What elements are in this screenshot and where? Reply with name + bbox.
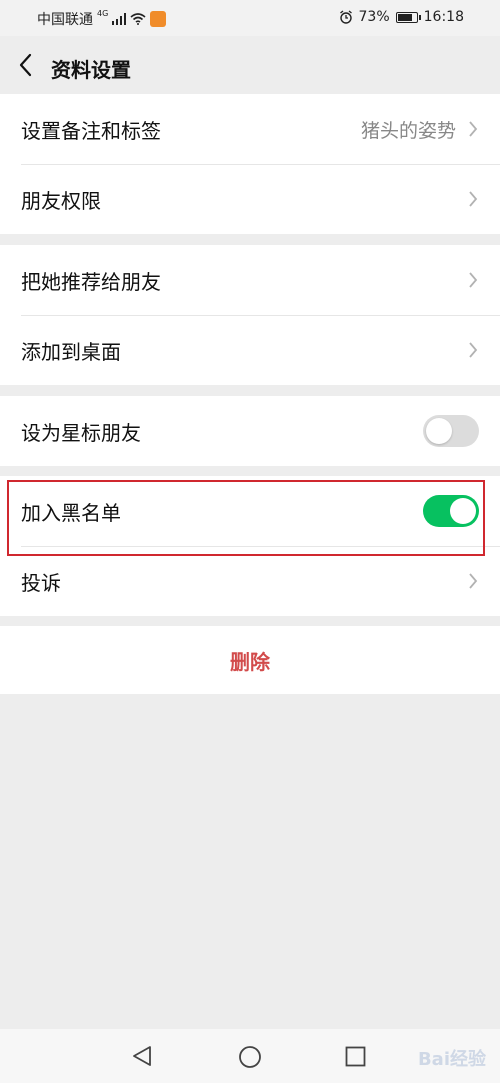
row-label: 设置备注和标签	[21, 118, 161, 143]
row-set-remark-tags[interactable]: 设置备注和标签 猪头的姿势	[0, 94, 500, 164]
toggle-knob	[450, 498, 476, 524]
row-label: 设为星标朋友	[21, 420, 141, 445]
row-label: 加入黑名单	[21, 500, 121, 525]
row-recommend-to-friend[interactable]: 把她推荐给朋友	[0, 245, 500, 315]
row-complain[interactable]: 投诉	[0, 546, 500, 616]
clock: 16:18	[423, 9, 464, 25]
chevron-right-icon	[469, 272, 478, 288]
settings-group-remark: 设置备注和标签 猪头的姿势 朋友权限	[0, 94, 500, 234]
chevron-right-icon	[469, 121, 478, 137]
nav-home-icon[interactable]	[238, 1045, 262, 1069]
chevron-right-icon	[469, 191, 478, 207]
settings-group-star: 设为星标朋友	[0, 396, 500, 466]
row-star-friend: 设为星标朋友	[0, 396, 500, 466]
alarm-icon	[339, 10, 352, 24]
settings-group-block: 加入黑名单 投诉	[0, 476, 500, 616]
chevron-right-icon	[469, 342, 478, 358]
row-label: 投诉	[21, 570, 61, 595]
page-title: 资料设置	[51, 58, 131, 82]
star-friend-toggle[interactable]	[423, 415, 479, 447]
chevron-right-icon	[469, 573, 478, 589]
delete-button[interactable]: 删除	[0, 626, 500, 694]
remark-value: 猪头的姿势	[360, 120, 456, 142]
row-label: 把她推荐给朋友	[21, 269, 161, 294]
status-right: 73% 16:18	[339, 9, 464, 25]
status-bar: 中国联通 4G 73% 16:18	[0, 0, 500, 36]
app-notification-icon	[150, 11, 167, 27]
settings-group-share: 把她推荐给朋友 添加到桌面	[0, 245, 500, 385]
delete-group: 删除	[0, 626, 500, 694]
battery-percent: 73%	[358, 9, 390, 25]
back-arrow-icon[interactable]	[16, 52, 38, 78]
row-label: 朋友权限	[21, 188, 101, 213]
wifi-icon	[130, 13, 146, 25]
status-left: 中国联通 4G	[37, 8, 167, 29]
toggle-knob	[426, 418, 452, 444]
nav-recents-icon[interactable]	[345, 1046, 366, 1067]
nav-bar: 资料设置	[0, 36, 500, 94]
battery-icon	[395, 11, 421, 23]
blacklist-toggle[interactable]	[423, 495, 479, 527]
row-add-to-desktop[interactable]: 添加到桌面	[0, 315, 500, 385]
signal-icon	[112, 13, 127, 25]
nav-back-icon[interactable]	[131, 1045, 153, 1067]
row-label: 添加到桌面	[21, 339, 121, 364]
row-friend-permissions[interactable]: 朋友权限	[0, 164, 500, 234]
network-label: 4G	[97, 8, 109, 18]
carrier-label: 中国联通	[37, 12, 93, 28]
watermark-logo: Bai经验	[417, 1049, 486, 1070]
row-add-to-blacklist: 加入黑名单	[0, 476, 500, 546]
